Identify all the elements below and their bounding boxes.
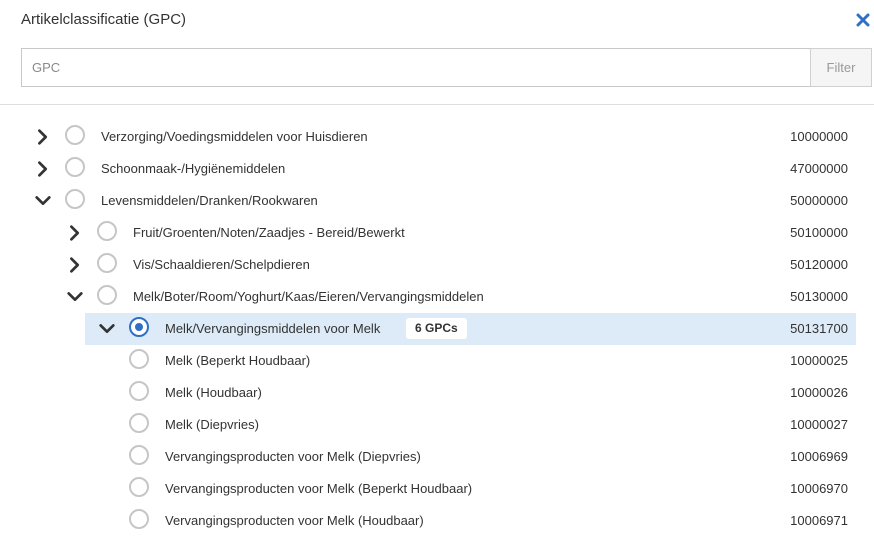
tree-row[interactable]: Melk (Beperkt Houdbaar) 10000025 <box>0 345 874 377</box>
radio-button[interactable] <box>97 285 117 305</box>
tree-row-label[interactable]: Melk/Boter/Room/Yoghurt/Kaas/Eieren/Verv… <box>133 289 484 304</box>
tree-row-label[interactable]: Melk/Vervangingsmiddelen voor Melk <box>165 321 380 336</box>
tree-row-label[interactable]: Vervangingsproducten voor Melk (Diepvrie… <box>165 449 421 464</box>
radio-button[interactable] <box>65 157 85 177</box>
close-icon <box>856 13 870 27</box>
tree-row-label[interactable]: Schoonmaak-/Hygiënemiddelen <box>101 161 285 176</box>
dialog-header: Artikelclassificatie (GPC) <box>0 0 874 42</box>
tree-row-label[interactable]: Melk (Houdbaar) <box>165 385 262 400</box>
tree-row-label[interactable]: Melk (Diepvries) <box>165 417 259 432</box>
radio-button[interactable] <box>129 381 149 401</box>
gpc-code: 50000000 <box>790 193 848 208</box>
tree-row[interactable]: Vis/Schaaldieren/Schelpdieren 50120000 <box>0 249 874 281</box>
tree-row[interactable]: Verzorging/Voedingsmiddelen voor Huisdie… <box>0 121 874 153</box>
radio-button[interactable] <box>97 253 117 273</box>
gpc-code: 10000000 <box>790 129 848 144</box>
chevron-down-icon[interactable] <box>97 319 117 339</box>
radio-selected[interactable] <box>129 317 149 337</box>
tree-row[interactable]: Schoonmaak-/Hygiënemiddelen 47000000 <box>0 153 874 185</box>
tree-row[interactable]: Levensmiddelen/Dranken/Rookwaren 50000000 <box>0 185 874 217</box>
tree-row[interactable]: Vervangingsproducten voor Melk (Diepvrie… <box>0 441 874 473</box>
tree-row[interactable]: Vervangingsproducten voor Melk (Beperkt … <box>0 473 874 505</box>
tree-row-label[interactable]: Levensmiddelen/Dranken/Rookwaren <box>101 193 318 208</box>
gpc-code: 10006969 <box>790 449 848 464</box>
tree-row-label[interactable]: Fruit/Groenten/Noten/Zaadjes - Bereid/Be… <box>133 225 405 240</box>
chevron-right-icon[interactable] <box>33 127 53 147</box>
tree-row-label[interactable]: Vervangingsproducten voor Melk (Beperkt … <box>165 481 472 496</box>
tree-row[interactable]: Melk (Houdbaar) 10000026 <box>0 377 874 409</box>
gpc-code: 10000027 <box>790 417 848 432</box>
dialog-title: Artikelclassificatie (GPC) <box>21 11 187 28</box>
gpc-code: 10006970 <box>790 481 848 496</box>
tree-row-selected[interactable]: Melk/Vervangingsmiddelen voor Melk 6 GPCs… <box>0 313 874 345</box>
chevron-right-icon[interactable] <box>65 255 85 275</box>
radio-button[interactable] <box>65 125 85 145</box>
tree-row-label[interactable]: Melk (Beperkt Houdbaar) <box>165 353 310 368</box>
chevron-right-icon[interactable] <box>33 159 53 179</box>
tree-row[interactable]: Melk (Diepvries) 10000027 <box>0 409 874 441</box>
gpc-code: 50100000 <box>790 225 848 240</box>
radio-button[interactable] <box>65 189 85 209</box>
tree-row-label[interactable]: Vis/Schaaldieren/Schelpdieren <box>133 257 310 272</box>
tree-row[interactable]: Melk/Boter/Room/Yoghurt/Kaas/Eieren/Verv… <box>0 281 874 313</box>
gpc-count-badge: 6 GPCs <box>406 318 467 339</box>
radio-button[interactable] <box>129 413 149 433</box>
gpc-code: 50130000 <box>790 289 848 304</box>
radio-button[interactable] <box>97 221 117 241</box>
gpc-code: 10000025 <box>790 353 848 368</box>
filter-button[interactable]: Filter <box>810 48 872 87</box>
gpc-code: 10000026 <box>790 385 848 400</box>
divider <box>0 104 874 105</box>
gpc-code: 50131700 <box>790 321 848 336</box>
close-button[interactable] <box>854 10 872 30</box>
tree-row[interactable]: Fruit/Groenten/Noten/Zaadjes - Bereid/Be… <box>0 217 874 249</box>
gpc-code: 10006971 <box>790 513 848 528</box>
gpc-code: 47000000 <box>790 161 848 176</box>
search-bar: Filter <box>21 48 872 87</box>
chevron-down-icon[interactable] <box>33 191 53 211</box>
radio-button[interactable] <box>129 349 149 369</box>
chevron-down-icon[interactable] <box>65 287 85 307</box>
tree-row-label[interactable]: Vervangingsproducten voor Melk (Houdbaar… <box>165 513 424 528</box>
radio-button[interactable] <box>129 477 149 497</box>
radio-button[interactable] <box>129 509 149 529</box>
gpc-code: 50120000 <box>790 257 848 272</box>
tree-row[interactable]: Vervangingsproducten voor Melk (Houdbaar… <box>0 505 874 537</box>
radio-button[interactable] <box>129 445 149 465</box>
tree-row-label[interactable]: Verzorging/Voedingsmiddelen voor Huisdie… <box>101 129 368 144</box>
search-input[interactable] <box>21 48 810 87</box>
chevron-right-icon[interactable] <box>65 223 85 243</box>
